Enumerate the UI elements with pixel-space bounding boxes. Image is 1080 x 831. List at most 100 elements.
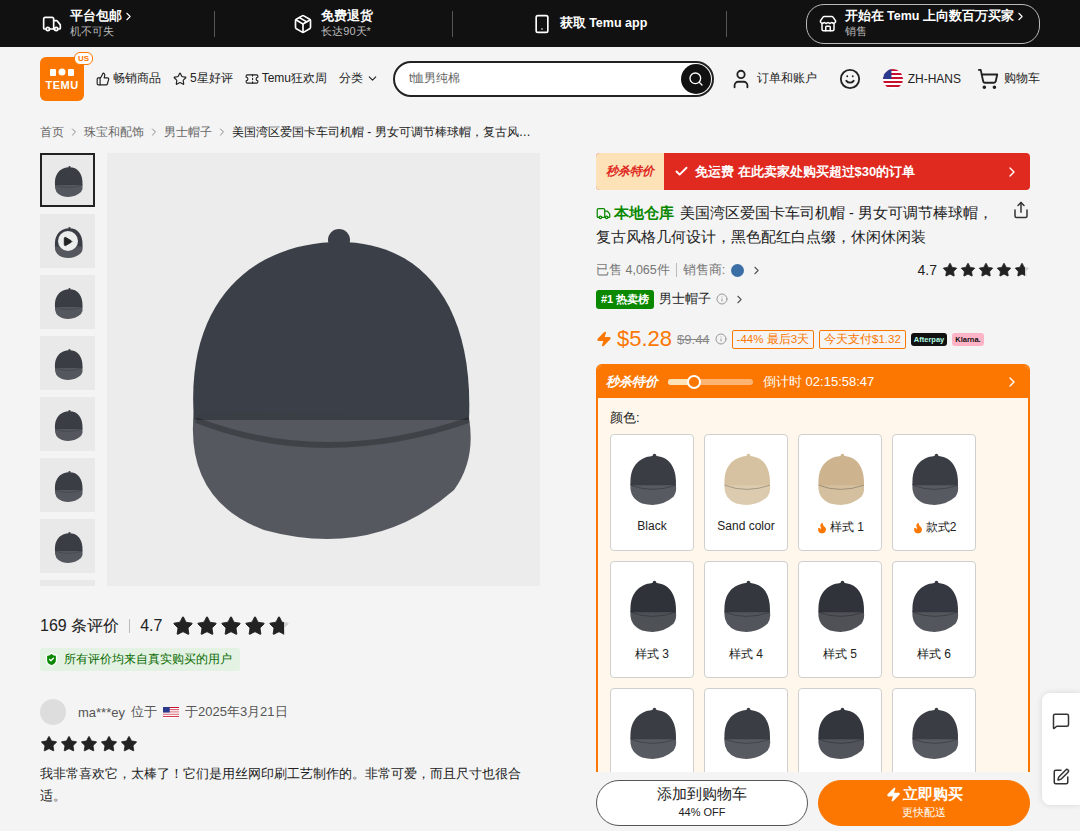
color-swatch[interactable]: 样式 5 [798,561,882,678]
seller-avatar[interactable] [731,264,744,277]
flash-sale-banner[interactable]: 秒杀特价免运费 在此卖家处购买超过$30的订单 [596,153,1030,190]
buy-now-button[interactable]: 立即购买更快配送 [818,780,1030,826]
nav-item[interactable]: Temu狂欢周 [245,70,327,87]
star-icon [80,735,98,753]
lightning-icon [596,331,612,347]
color-swatch[interactable]: 样式 3 [610,561,694,678]
search-field[interactable]: t恤男纯棉 [393,61,714,97]
share-icon[interactable] [1012,201,1030,219]
flame-icon [912,522,924,534]
star-icon [1014,262,1030,278]
chat-icon [839,68,861,90]
breadcrumb-item[interactable]: 美国湾区爱国卡车司机帽 - 男女可调节棒球帽，复古风… [232,124,531,141]
banner-text: 免运费 在此卖家处购买超过$30的订单 [664,153,1030,190]
main-image [107,153,540,586]
chevron-right-icon [1004,374,1020,390]
nav-item[interactable]: 畅销商品 [96,70,161,87]
breadcrumb-item[interactable]: 男士帽子 [164,124,212,141]
chat-button[interactable] [839,68,861,90]
chevron-right-icon [733,293,746,306]
nav-item[interactable]: 分类 [339,70,379,87]
star-icon [996,262,1012,278]
breadcrumb-item[interactable]: 珠宝和配饰 [84,124,144,141]
chevron-right-icon [1004,164,1020,180]
product-title-row: 本地仓库美国湾区爱国卡车司机帽 - 男女可调节棒球帽，复古风格几何设计，黑色配红… [596,201,1030,249]
product-rating[interactable]: 4.7 [918,262,1030,278]
color-swatch[interactable]: 样式 6 [892,561,976,678]
flash-sale-header[interactable]: 秒杀特价倒计时 02:15:58:47 [598,366,1028,398]
check-icon [674,164,689,179]
hat-picture-icon [713,444,779,510]
color-swatch[interactable]: 样式 1 [798,434,882,551]
hat-picture-icon [48,465,88,505]
installment-tag: 今天支付$1.32 [819,330,906,349]
review-count[interactable]: 169 条评价 [40,616,119,637]
rank-badge: #1 热卖榜 [596,290,654,309]
hat-picture-icon [48,526,88,566]
color-swatch[interactable]: Black [610,434,694,551]
color-swatch[interactable] [798,688,882,772]
truck-icon [596,206,611,221]
hat-picture-icon [901,698,967,764]
hat-picture-icon [901,571,967,637]
promo-item[interactable]: 获取 Temu app [532,14,648,34]
color-swatch[interactable] [610,688,694,772]
color-swatch[interactable] [892,688,976,772]
thumbnail[interactable] [40,336,95,390]
star-icon [978,262,994,278]
promo-item[interactable]: 免费退货长达90天* [293,9,373,39]
star-icon [244,615,266,637]
chevron-right-icon [122,10,135,23]
us-flag-icon [883,69,903,89]
product-meta: 已售 4,065件销售商:4.7 [596,261,1030,279]
breadcrumb-item[interactable]: 首页 [40,124,64,141]
thumbnail[interactable] [40,458,95,512]
add-to-cart-button[interactable]: 添加到购物车44% OFF [596,780,808,826]
flash-sale-title: 秒杀特价 [606,373,658,391]
swatch-label: Black [637,519,666,533]
discount-tag: -44% 最后3天 [732,330,814,349]
breadcrumb: 首页 珠宝和配饰 男士帽子 美国湾区爱国卡车司机帽 - 男女可调节棒球帽，复古风… [0,123,1080,141]
swatch-label: 样式 3 [635,646,669,663]
color-swatch[interactable] [704,688,788,772]
cart-link[interactable]: 购物车 [977,68,1040,90]
language-selector[interactable]: ZH-HANS [883,69,961,89]
chevron-right-icon [68,126,80,138]
hat-picture-icon [619,571,685,637]
review-text: 我非常喜欢它，太棒了！它们是用丝网印刷工艺制作的。非常可爱，而且尺寸也很合适。 [40,763,525,807]
edit-icon[interactable] [1052,768,1070,786]
review-rating: 4.7 [140,617,162,635]
promo-divider [726,11,727,37]
hat-picture-icon [807,444,873,510]
thumbnail[interactable] [40,519,95,573]
video-badge [58,231,78,251]
color-swatch[interactable]: 款式2 [892,434,976,551]
ticket-icon [245,72,259,86]
hat-picture-icon [807,698,873,764]
divider [676,263,677,277]
truck-icon [42,14,62,34]
region-badge: US [74,52,93,65]
search-button[interactable] [681,64,711,94]
color-swatch[interactable]: 样式 4 [704,561,788,678]
seller-button[interactable]: 开始在 Temu 上向数百万买家销售 [806,4,1040,44]
temu-logo[interactable]: TEMUUS [40,57,84,101]
message-icon[interactable] [1052,712,1070,730]
star-icon [172,615,194,637]
thumbnail[interactable] [40,397,95,451]
thumbnail[interactable] [40,214,95,268]
color-label: 颜色: [610,410,1016,426]
user-icon [730,68,752,90]
thumbnail[interactable] [40,275,95,329]
promo-item[interactable]: 平台包邮机不可失 [42,9,135,39]
rank-row[interactable]: #1 热卖榜男士帽子 [596,289,1030,309]
thumbnail[interactable] [40,580,95,586]
promo-subtitle: 机不可失 [70,24,135,39]
thumbnail[interactable] [40,153,95,207]
star-icon [196,615,218,637]
nav-item[interactable]: 5星好评 [173,70,233,87]
star-icon [120,735,138,753]
account-link[interactable]: 订单和账户 [730,68,817,90]
color-swatch[interactable]: Sand color [704,434,788,551]
flame-icon [816,522,828,534]
